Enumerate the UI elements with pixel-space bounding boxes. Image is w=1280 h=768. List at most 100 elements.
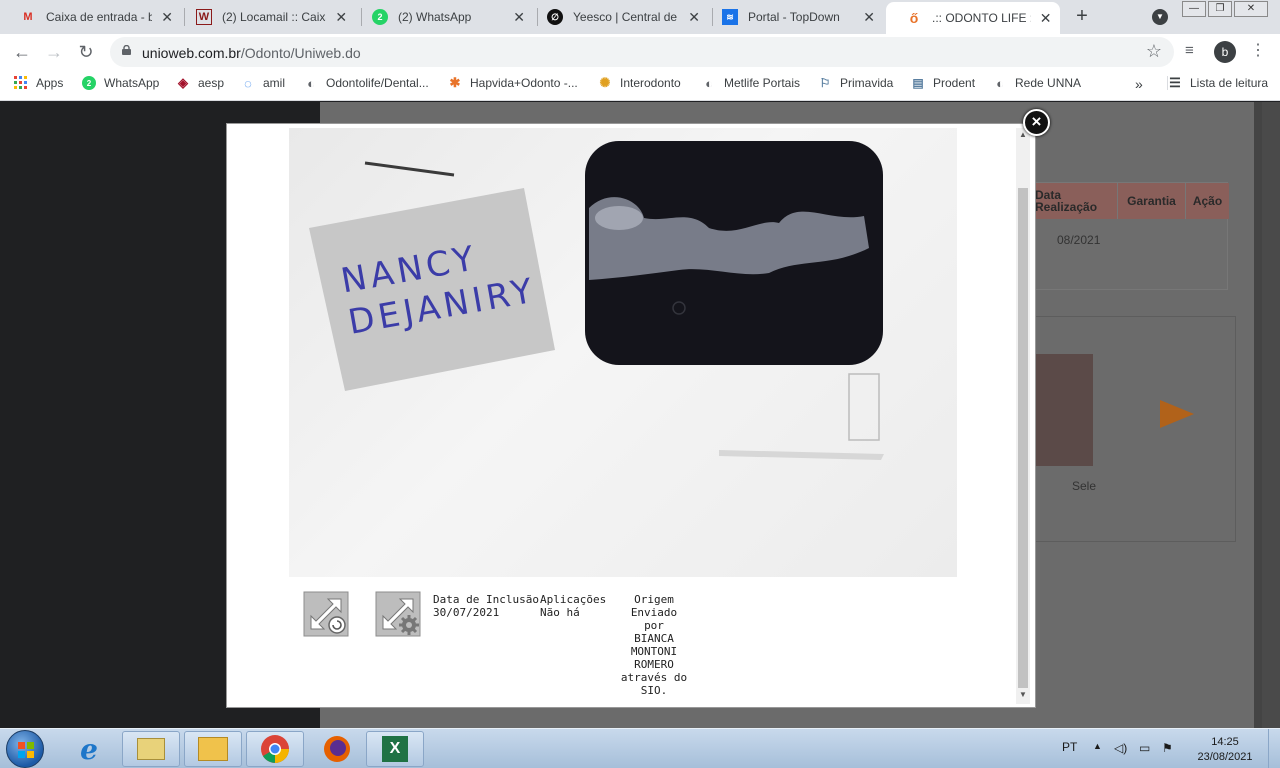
inclusion-info: Data de Inclusão 30/07/2021 [433,593,539,619]
origin-info: Origem Enviado por BIANCA MONTONI ROMERO… [619,593,689,697]
tab-search-icon[interactable]: ▼ [1152,9,1168,25]
interodonto-icon: ✺ [599,75,611,90]
tab-gmail[interactable]: M Caixa de entrada - bi ✕ [0,0,182,34]
bookmark-star-icon[interactable]: ☆ [1146,41,1162,62]
profile-avatar[interactable]: b [1214,41,1236,63]
close-icon[interactable]: ✕ [1039,10,1052,27]
start-button[interactable] [6,730,44,768]
close-icon[interactable]: ✕ [160,9,174,26]
show-desktop-button[interactable] [1268,729,1280,768]
bookmark-apps[interactable]: Apps [14,76,63,90]
bookmark-whatsapp[interactable]: 2 WhatsApp [82,76,159,90]
window-close-button[interactable]: ✕ [1234,1,1268,17]
back-arrow-icon[interactable]: ← [10,40,34,64]
resize-gear-icon [375,591,421,637]
taskbar-excel[interactable]: X [366,731,424,767]
forward-arrow-icon[interactable]: → [42,40,66,64]
photo-drawing: NANCY DEJANIRY [309,141,884,460]
thumbnail-image[interactable] [1036,354,1093,466]
bookmark-label: Apps [36,76,64,90]
origin-line: BIANCA [634,632,674,645]
clock-time: 14:25 [1211,736,1239,748]
origin-line: Enviado por [630,606,678,632]
bookmark-hapvida[interactable]: ✱ Hapvida+Odonto -... [448,75,578,90]
topdown-icon: ≋ [722,9,738,25]
taskbar-ie[interactable]: e [60,731,118,767]
reload-icon[interactable]: ↻ [74,40,98,64]
lock-icon [122,45,131,55]
bookmark-label: Interodonto [620,76,681,90]
origin-line: ROMERO [634,658,674,671]
yeesco-icon: ∅ [547,9,563,25]
close-icon[interactable]: ✕ [862,9,876,26]
procedures-table: Data Realização Garantia Ação 08/2021 [1030,182,1229,290]
bookmark-label: WhatsApp [104,76,160,90]
new-tab-button[interactable]: + [1070,5,1094,28]
browser-toolbar: ← → ↻ unioweb.com.br/Odonto/Uniweb.do ☆ … [0,34,1280,70]
tab-topdown[interactable]: ≋ Portal - TopDown ✕ [702,0,884,34]
bookmark-primavida[interactable]: ⚐ Primavida [818,76,894,90]
applications-value: Não há [540,606,580,619]
language-indicator[interactable]: PT [1062,740,1077,754]
system-clock[interactable]: 14:25 23/08/2021 [1190,735,1260,765]
globe-icon: ◐ [996,75,1004,91]
gmail-icon: M [23,11,33,23]
table-header: Ação [1185,183,1229,219]
tab-strip: M Caixa de entrada - bi ✕ W (2) Locamail… [0,0,1280,34]
bookmark-rede-unna[interactable]: ◐ Rede UNNA [993,75,1082,91]
bookmarks-overflow-button[interactable]: » [1135,76,1143,92]
bookmark-prodent[interactable]: ▤ Prodent [911,76,975,90]
windows-taskbar: e X PT ▲ ◁) ▭ ⚑ 14:25 23/08/2021 [0,728,1280,768]
scrollbar-thumb[interactable] [1018,188,1028,688]
modal-close-button[interactable]: × [1023,109,1050,136]
kebab-menu-icon[interactable]: ⋮ [1250,40,1266,60]
table-header: Data Realização [1031,183,1117,219]
internet-explorer-icon: e [80,732,98,766]
bookmark-interodonto[interactable]: ✺ Interodonto [598,75,681,90]
modal-scrollbar[interactable]: ▲ ▼ [1016,128,1030,704]
tab-locamail[interactable]: W (2) Locamail :: Caixa d ✕ [176,0,356,34]
tab-odontolife-active[interactable]: ő .:: ODONTO LIFE ::. ✕ [886,2,1060,34]
close-icon[interactable]: ✕ [334,9,348,26]
bookmark-aesp[interactable]: ◈ aesp [176,75,224,90]
media-control-icon[interactable]: ≡ [1185,42,1194,59]
taskbar-firefox[interactable] [308,731,366,767]
close-icon[interactable]: ✕ [512,9,526,26]
taskbar-explorer[interactable] [184,731,242,767]
taskbar-chrome[interactable] [246,731,304,767]
page-scrollbar[interactable] [1262,102,1280,728]
origin-line: através do [620,671,688,684]
volume-icon[interactable]: ◁) [1114,741,1127,755]
tab-title: Caixa de entrada - bi [46,10,153,24]
tab-yeesco[interactable]: ∅ Yeesco | Central de A ✕ [527,0,709,34]
hapvida-icon: ✱ [449,75,461,90]
odontolife-icon: ő [909,10,919,26]
network-icon[interactable]: ▭ [1139,741,1150,755]
reading-list-button[interactable]: ☰ Lista de leitura [1167,75,1268,90]
selecionar-label: Sele [1072,479,1097,493]
show-hidden-icons-icon[interactable]: ▲ [1093,741,1102,751]
download-rotate-button[interactable] [303,591,349,637]
origin-line: MONTONI [630,645,678,658]
action-center-flag-icon[interactable]: ⚑ [1162,741,1173,755]
minimize-button[interactable]: — [1182,1,1206,17]
inclusion-date: 30/07/2021 [433,606,500,619]
clock-date: 23/08/2021 [1197,751,1253,763]
bookmark-metlife[interactable]: ◐ Metlife Portais [702,76,800,91]
url-host: unioweb.com.br [142,45,241,61]
bookmark-label: Rede UNNA [1015,76,1082,90]
address-bar[interactable]: unioweb.com.br/Odonto/Uniweb.do ☆ [110,37,1174,67]
taskbar-folder[interactable] [122,731,180,767]
primavida-icon: ⚐ [819,76,831,90]
bookmark-odontolife[interactable]: ◐ Odontolife/Dental... [304,75,429,91]
tab-whatsapp[interactable]: 2 (2) WhatsApp ✕ [352,0,534,34]
globe-icon: ◐ [307,75,315,91]
scroll-down-arrow-icon[interactable]: ▼ [1016,688,1030,702]
tab-title: (2) WhatsApp [398,10,472,24]
restore-button[interactable]: ❐ [1208,1,1232,17]
close-icon[interactable]: ✕ [687,9,701,26]
expand-settings-button[interactable] [375,591,421,637]
next-arrow-icon[interactable] [1160,400,1194,428]
whatsapp-icon: 2 [372,9,388,25]
bookmark-amil[interactable]: ◌ amil [241,76,285,91]
